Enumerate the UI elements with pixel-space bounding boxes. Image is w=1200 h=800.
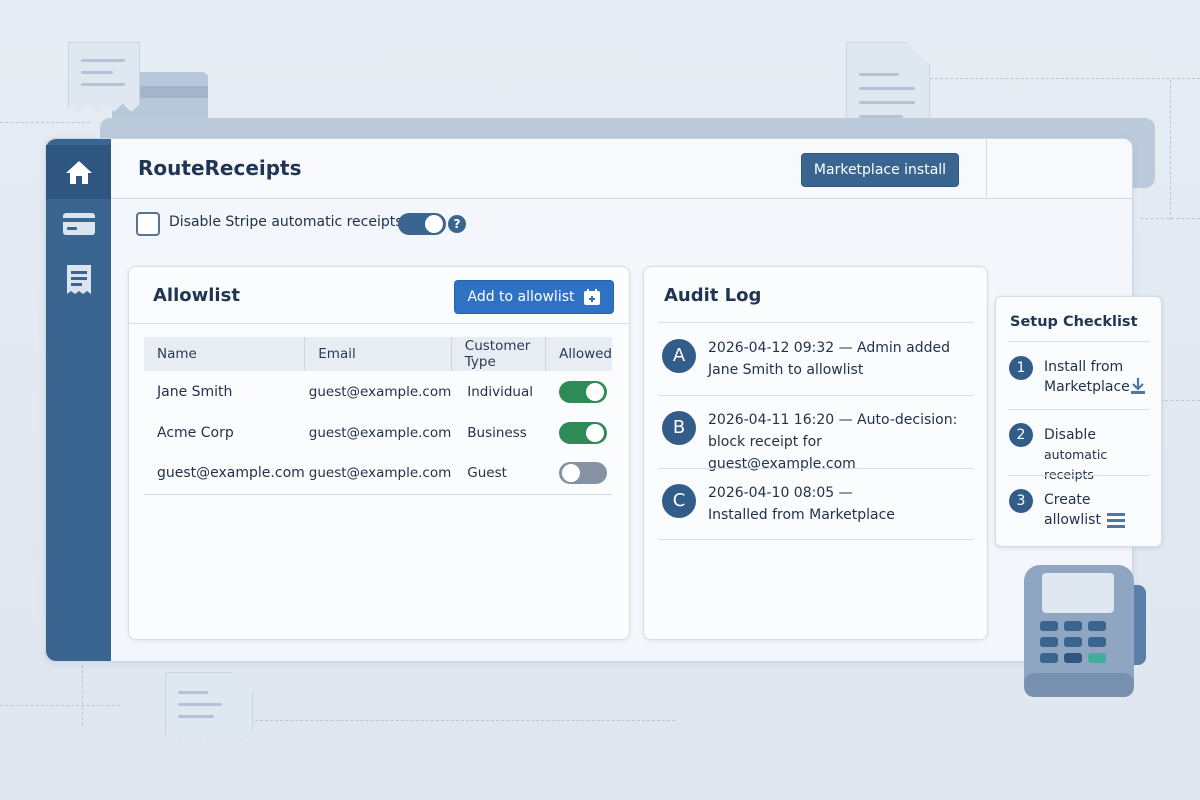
- divider: [658, 539, 974, 540]
- decor-dash: [0, 122, 90, 123]
- checklist-title: Setup Checklist: [1010, 314, 1138, 330]
- app-window: RouteReceipts Marketplace install Disabl…: [45, 138, 1133, 662]
- step-number: 1: [1009, 356, 1033, 380]
- row-email: guest@example.com: [308, 383, 452, 400]
- document-decoration: [846, 42, 930, 130]
- calendar-add-icon: [583, 289, 600, 305]
- audit-log-panel: Audit Log A 2026-04-12 09:32 — Admin add…: [643, 266, 988, 640]
- decor-dash: [1170, 80, 1171, 220]
- allowed-toggle[interactable]: [558, 421, 607, 444]
- add-to-allowlist-button[interactable]: Add to allowlist: [454, 280, 614, 314]
- app-title: RouteReceipts: [138, 156, 302, 180]
- table-row: guest@example.com guest@example.com Gues…: [144, 453, 612, 495]
- receipt-icon: [66, 265, 91, 294]
- download-icon: [1131, 378, 1145, 394]
- table-row: Jane Smith guest@example.com Individual: [144, 371, 612, 412]
- row-name: Acme Corp: [157, 424, 234, 441]
- add-button-label: Add to allowlist: [467, 289, 575, 305]
- help-icon[interactable]: ?: [448, 215, 466, 233]
- sidebar-item-receipts[interactable]: [46, 253, 111, 307]
- decor-dash: [82, 665, 83, 725]
- step-line: Create: [1044, 492, 1091, 508]
- row-name: guest@example.com: [144, 453, 305, 495]
- divider: [1008, 409, 1150, 410]
- audit-line: Jane Smith to allowlist: [708, 362, 864, 378]
- decor-dash: [0, 705, 120, 706]
- checklist-step-create[interactable]: Create allowlist: [1044, 490, 1101, 530]
- audit-line: 2026-04-10 08:05 —: [708, 485, 853, 501]
- audit-badge: B: [662, 411, 696, 445]
- step-number: 2: [1009, 423, 1033, 447]
- payment-terminal-illustration: [1024, 565, 1146, 697]
- column-header-name[interactable]: Name: [144, 337, 306, 371]
- audit-text: 2026-04-11 16:20 — Auto-decision: block …: [708, 409, 968, 475]
- marketplace-install-button[interactable]: Marketplace install: [801, 153, 959, 187]
- home-icon: [65, 161, 92, 184]
- divider: [658, 395, 974, 396]
- disable-receipts-toggle[interactable]: [398, 213, 446, 235]
- divider: [1008, 341, 1150, 342]
- step-line: Marketplace: [1044, 379, 1130, 395]
- disable-receipts-checkbox[interactable]: [136, 212, 160, 236]
- credit-card-icon: [62, 213, 95, 235]
- step-line: automatic receipts: [1044, 447, 1108, 482]
- table-row: Acme Corp guest@example.com Business: [144, 412, 612, 453]
- allowlist-table: Name Email Customer Type Allowed Jane Sm…: [144, 337, 612, 495]
- row-type: Business: [467, 424, 527, 441]
- audit-badge: C: [662, 484, 696, 518]
- top-bar: RouteReceipts Marketplace install: [111, 139, 1132, 199]
- disable-receipts-label: Disable Stripe automatic receipts: [169, 214, 403, 230]
- allowlist-title: Allowlist: [153, 285, 240, 306]
- audit-line: 2026-04-12 09:32 — Admin added: [708, 340, 950, 356]
- column-header-email[interactable]: Email: [304, 337, 452, 371]
- table-header-row: Name Email Customer Type Allowed: [144, 337, 612, 371]
- divider: [658, 468, 974, 469]
- audit-text: 2026-04-10 08:05 — Installed from Market…: [708, 482, 968, 526]
- decor-dash: [930, 78, 1200, 79]
- step-line: Disable: [1044, 427, 1096, 443]
- divider: [658, 322, 974, 323]
- receipt-decoration: [68, 42, 140, 112]
- step-line: allowlist: [1044, 512, 1101, 528]
- checklist-step-install[interactable]: Install from Marketplace: [1044, 357, 1130, 397]
- settings-bar: Disable Stripe automatic receipts ?: [111, 199, 1132, 249]
- audit-log-title: Audit Log: [664, 285, 762, 306]
- row-type: Individual: [467, 383, 534, 400]
- sidebar-item-payments[interactable]: [46, 197, 111, 251]
- row-type: Guest: [451, 453, 546, 495]
- sidebar-item-home[interactable]: [46, 145, 111, 199]
- allowlist-panel: Allowlist Add to allowlist Name Email Cu…: [128, 266, 630, 640]
- column-header-customer-type[interactable]: Customer Type: [451, 337, 547, 371]
- column-header-allowed[interactable]: Allowed: [545, 337, 612, 371]
- divider: [986, 139, 987, 199]
- list-icon: [1107, 513, 1125, 528]
- decor-dash: [255, 720, 675, 721]
- row-name: Jane Smith: [157, 383, 233, 400]
- setup-checklist: Setup Checklist 1 Install from Marketpla…: [995, 296, 1162, 547]
- receipt-decoration: [165, 672, 253, 740]
- divider: [129, 323, 629, 324]
- row-email: guest@example.com: [304, 453, 452, 495]
- allowed-toggle[interactable]: [558, 380, 607, 403]
- checklist-step-disable[interactable]: Disable automatic receipts: [1044, 425, 1161, 485]
- audit-badge: A: [662, 339, 696, 373]
- divider: [1008, 475, 1150, 476]
- sidebar: [46, 139, 111, 661]
- audit-line: Installed from Marketplace: [708, 507, 895, 523]
- step-number: 3: [1009, 489, 1033, 513]
- row-email: guest@example.com: [308, 424, 452, 441]
- decor-dash: [1160, 400, 1200, 401]
- audit-line: 2026-04-11 16:20 — Auto-decision:: [708, 412, 958, 428]
- audit-text: 2026-04-12 09:32 — Admin added Jane Smit…: [708, 337, 968, 381]
- allowed-toggle[interactable]: [558, 462, 607, 485]
- step-line: Install from: [1044, 359, 1124, 375]
